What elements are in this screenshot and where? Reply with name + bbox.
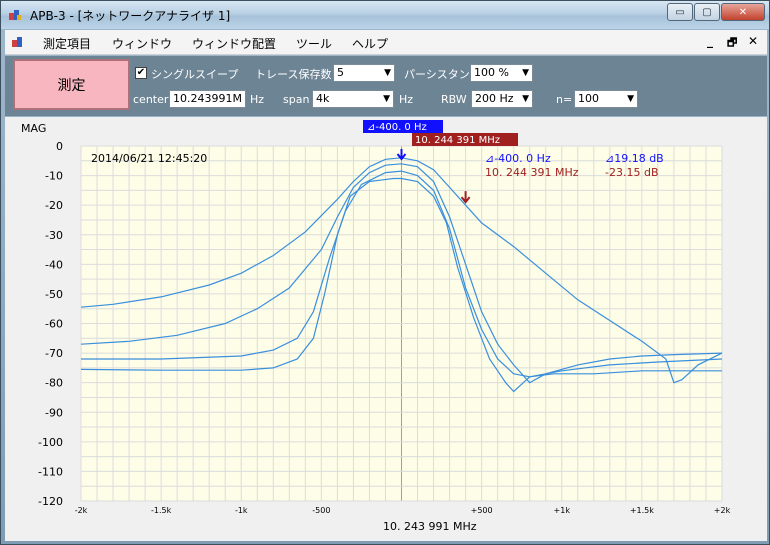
x-tick-labels: -2k -1.5k -1k -500 +500 +1k +1.5k +2k [75,506,731,515]
y-tick-label: -90 [45,406,63,419]
app-window: APB-3 - [ネットワークアナライザ 1] ▭ ▢ ✕ 測定項目 ウィンドウ… [0,0,770,545]
rbw-label: RBW [441,93,467,106]
close-icon: ✕ [738,6,748,18]
center-unit: Hz [250,93,265,106]
network-analyzer-chart[interactable]: 0 -10 -20 -30 -40 -50 -60 -70 -80 -90 -100 -110 -120… [5,117,767,541]
y-tick-label: -80 [45,377,63,390]
n-select[interactable]: 100 ▼ [574,90,638,108]
x-tick-label: -2k [75,506,88,515]
menu-window[interactable]: ウィンドウ [112,35,172,52]
menu-window-layout[interactable]: ウィンドウ配置 [192,35,276,52]
marker-freq-tag: 10. 244 391 MHz [415,135,500,146]
y-tick-label: -20 [45,199,63,212]
x-axis-center-label: 10. 243 991 MHz [383,520,477,533]
y-tick-label: -120 [38,495,63,508]
menu-measure-items[interactable]: 測定項目 [43,35,91,52]
chevron-down-icon: ▼ [522,94,529,104]
span-value: 4k [316,92,330,105]
readout-delta-db: ⊿19.18 dB [605,152,664,165]
span-select[interactable]: 4k ▼ [312,90,394,108]
readout-db: -23.15 dB [605,166,659,179]
marker-delta-tag: ⊿-400. 0 Hz [367,122,427,133]
chevron-down-icon: ▼ [383,94,390,104]
y-tick-label: -30 [45,229,63,242]
center-label: center [133,93,169,106]
y-tick-label: -10 [45,170,63,183]
y-tick-label: -50 [45,288,63,301]
readout-delta-freq: ⊿-400. 0 Hz [485,152,551,165]
y-tick-label: 0 [56,140,63,153]
mdi-restore-icon[interactable]: 🗗 [727,34,737,53]
single-sweep-checkbox[interactable]: ✔ [135,67,147,79]
grid [80,145,723,502]
y-axis-label: MAG [21,122,46,135]
minimize-icon: ▭ [675,6,685,18]
maximize-icon: ▢ [702,6,712,18]
maximize-button[interactable]: ▢ [694,3,720,21]
center-frequency-input[interactable]: 10.243991M [169,90,246,108]
trace-keep-value: 5 [337,66,344,79]
x-tick-label: -1k [235,506,248,515]
timestamp: 2014/06/21 12:45:20 [91,152,207,165]
menu-bar: 測定項目 ウィンドウ ウィンドウ配置 ツール ヘルプ _ 🗗 ✕ [5,30,767,55]
close-button[interactable]: ✕ [721,3,765,21]
minimize-button[interactable]: ▭ [667,3,693,21]
y-tick-label: -40 [45,258,63,271]
span-label: span [283,93,310,106]
trace-keep-label: トレース保存数 [255,68,332,81]
span-unit: Hz [399,93,414,106]
rbw-select[interactable]: 200 Hz ▼ [471,90,533,108]
n-value: 100 [578,92,599,105]
mdi-minimize-icon[interactable]: _ [707,34,713,48]
trace-keep-select[interactable]: 5 ▼ [333,64,395,82]
title-bar[interactable]: APB-3 - [ネットワークアナライザ 1] ▭ ▢ ✕ [1,1,769,29]
y-tick-label: -60 [45,318,63,331]
x-tick-label: +1k [554,506,571,515]
y-tick-label: -100 [38,436,63,449]
chevron-down-icon: ▼ [627,94,634,104]
persistence-value: 100 % [474,66,509,79]
n-label: n= [556,93,573,106]
persistence-select[interactable]: 100 % ▼ [470,64,533,82]
mdi-close-icon[interactable]: ✕ [748,34,758,48]
x-tick-label: -500 [312,506,330,515]
y-tick-label: -70 [45,347,63,360]
chevron-down-icon: ▼ [384,68,391,78]
y-tick-labels: 0 -10 -20 -30 -40 -50 -60 -70 -80 -90 -100 -110 -120 [38,140,63,508]
menu-tools[interactable]: ツール [296,35,332,52]
app-icon [9,10,21,20]
x-tick-label: +500 [471,506,493,515]
readout-freq: 10. 244 391 MHz [485,166,579,179]
menu-help[interactable]: ヘルプ [352,35,388,52]
x-tick-label: +2k [714,506,731,515]
x-tick-label: +1.5k [630,506,654,515]
document-icon[interactable] [11,35,25,49]
y-tick-label: -110 [38,465,63,478]
chevron-down-icon: ▼ [522,68,529,78]
rbw-value: 200 Hz [475,92,514,105]
chart-area: 0 -10 -20 -30 -40 -50 -60 -70 -80 -90 -100 -110 -120… [5,117,767,541]
measure-button[interactable]: 測定 [13,59,130,110]
window-title: APB-3 - [ネットワークアナライザ 1] [30,9,231,23]
single-sweep-label: シングルスイープ [151,68,239,81]
x-tick-label: -1.5k [151,506,172,515]
control-panel: 測定 ✔ シングルスイープ トレース保存数 5 ▼ パーシスタンス 100 % … [5,56,767,116]
